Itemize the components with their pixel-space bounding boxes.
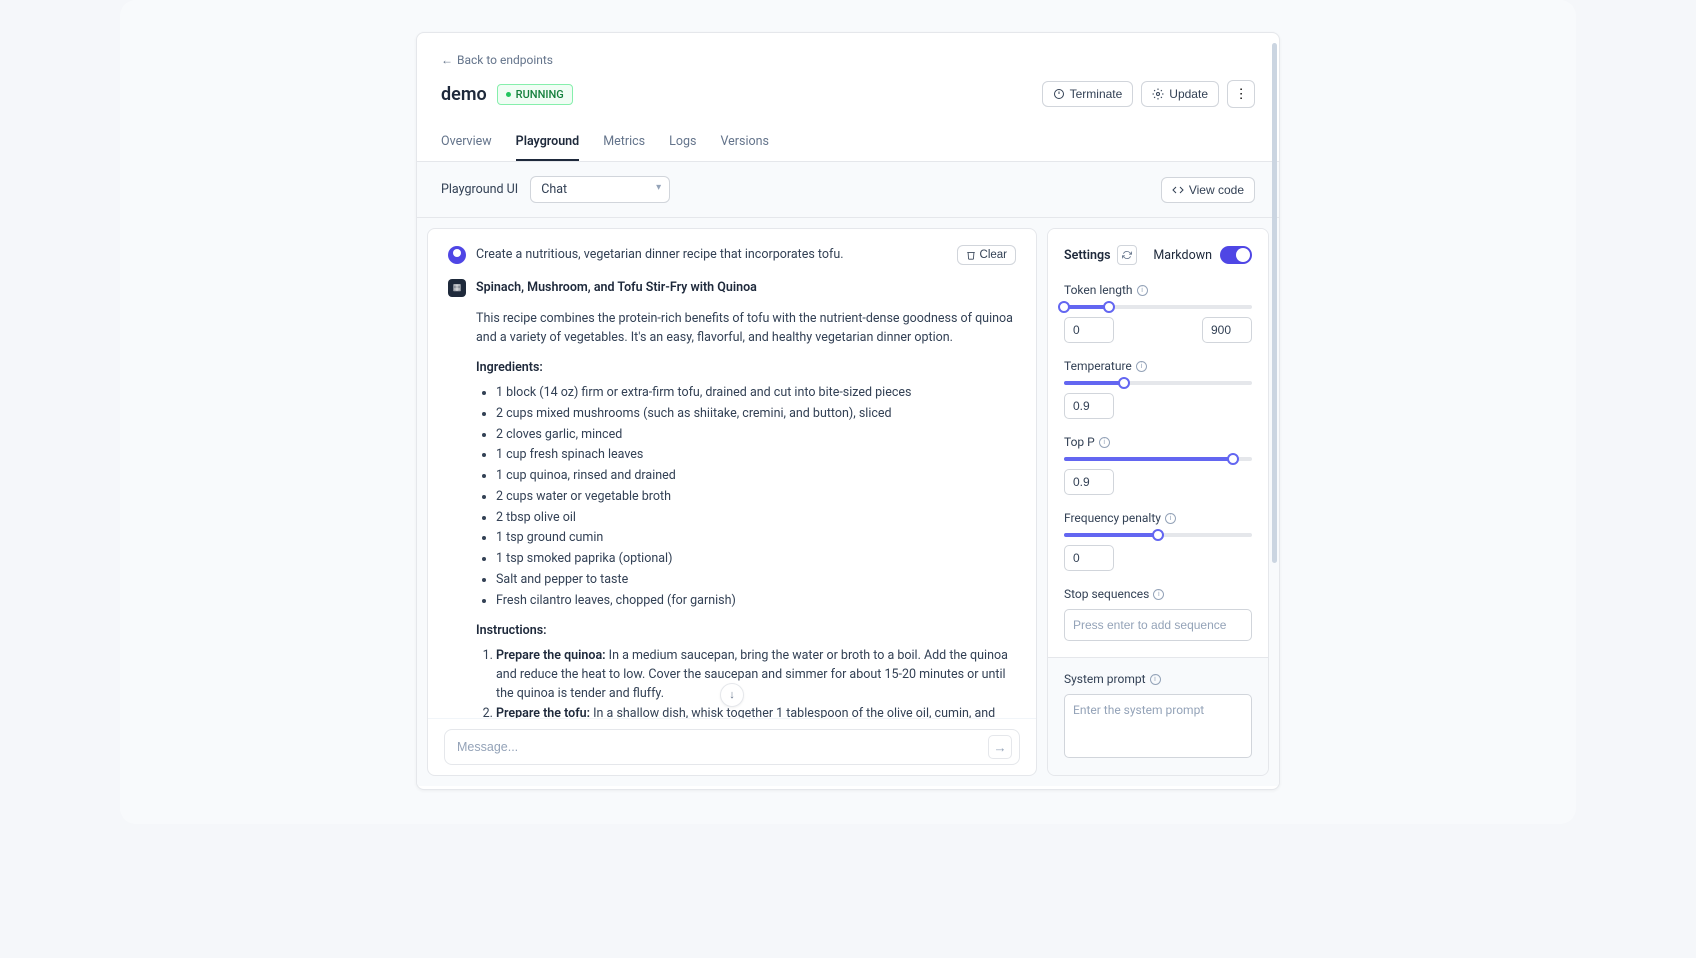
status-dot-icon: [506, 92, 511, 97]
info-icon[interactable]: i: [1153, 589, 1164, 600]
list-item: Prepare the tofu: In a shallow dish, whi…: [496, 705, 1016, 718]
tabs-nav: Overview Playground Metrics Logs Versions: [417, 124, 1279, 162]
message-input[interactable]: [444, 729, 1020, 765]
arrow-left-icon: ←: [441, 53, 453, 67]
send-button[interactable]: →: [988, 735, 1012, 759]
list-item: Salt and pepper to taste: [496, 571, 1016, 590]
list-item: Prepare the quinoa: In a medium saucepan…: [496, 647, 1016, 703]
trash-icon: [966, 250, 976, 260]
temperature-label: Temperature: [1064, 359, 1132, 373]
list-item: 1 tsp ground cumin: [496, 529, 1016, 548]
status-badge: RUNNING: [497, 84, 573, 105]
tab-playground[interactable]: Playground: [516, 124, 580, 161]
list-item: 1 cup quinoa, rinsed and drained: [496, 467, 1016, 486]
list-item: 1 tsp smoked paprika (optional): [496, 550, 1016, 569]
list-item: 2 cups water or vegetable broth: [496, 488, 1016, 507]
tab-logs[interactable]: Logs: [669, 124, 696, 161]
frequency-penalty-input[interactable]: [1064, 545, 1114, 571]
settings-panel: Settings Markdown Token length i: [1047, 228, 1269, 776]
instructions-list: Prepare the quinoa: In a medium saucepan…: [476, 647, 1016, 718]
list-item: 2 cups mixed mushrooms (such as shiitake…: [496, 405, 1016, 424]
instructions-heading: Instructions:: [476, 623, 547, 638]
endpoint-title: demo: [441, 84, 487, 105]
tab-overview[interactable]: Overview: [441, 124, 492, 161]
update-button[interactable]: Update: [1141, 81, 1219, 107]
top-p-input[interactable]: [1064, 469, 1114, 495]
gear-icon: [1152, 88, 1164, 100]
temperature-slider[interactable]: [1064, 381, 1252, 385]
list-item: 2 cloves garlic, minced: [496, 426, 1016, 445]
terminate-button[interactable]: Terminate: [1042, 81, 1134, 107]
top-p-label: Top P: [1064, 435, 1095, 449]
list-item: Fresh cilantro leaves, chopped (for garn…: [496, 592, 1016, 611]
scroll-down-button[interactable]: ↓: [720, 683, 744, 707]
info-icon[interactable]: i: [1137, 285, 1148, 296]
info-icon[interactable]: i: [1099, 437, 1110, 448]
refresh-icon: [1122, 250, 1132, 260]
stop-sequences-label: Stop sequences: [1064, 587, 1149, 601]
ingredients-heading: Ingredients:: [476, 360, 543, 375]
tab-versions[interactable]: Versions: [720, 124, 769, 161]
user-message: Create a nutritious, vegetarian dinner r…: [476, 246, 844, 265]
info-icon[interactable]: i: [1136, 361, 1147, 372]
token-length-slider[interactable]: [1064, 305, 1252, 309]
code-icon: [1172, 184, 1184, 196]
playground-toolbar: Playground UI Chat View code: [417, 162, 1279, 218]
clear-button[interactable]: Clear: [957, 245, 1016, 265]
tab-metrics[interactable]: Metrics: [603, 124, 645, 161]
playground-ui-label: Playground UI: [441, 182, 518, 197]
assistant-avatar-icon: ▦: [448, 279, 466, 297]
temperature-input[interactable]: [1064, 393, 1114, 419]
markdown-label: Markdown: [1153, 248, 1212, 263]
info-icon[interactable]: i: [1165, 513, 1176, 524]
frequency-penalty-label: Frequency penalty: [1064, 511, 1161, 525]
app-window: ← Back to endpoints demo RUNNING: [416, 32, 1280, 790]
token-min-input[interactable]: [1064, 317, 1114, 343]
ui-mode-select[interactable]: Chat: [530, 176, 670, 203]
view-code-button[interactable]: View code: [1161, 177, 1255, 203]
more-menu-button[interactable]: ⋮: [1227, 80, 1255, 108]
recipe-title: Spinach, Mushroom, and Tofu Stir-Fry wit…: [476, 279, 1016, 298]
system-prompt-input[interactable]: [1064, 694, 1252, 758]
chat-panel: Create a nutritious, vegetarian dinner r…: [427, 228, 1037, 776]
back-label: Back to endpoints: [457, 53, 553, 67]
arrow-down-icon: ↓: [729, 689, 735, 701]
back-to-endpoints-link[interactable]: ← Back to endpoints: [441, 53, 553, 67]
list-item: 1 block (14 oz) firm or extra-firm tofu,…: [496, 384, 1016, 403]
top-p-slider[interactable]: [1064, 457, 1252, 461]
power-icon: [1053, 88, 1065, 100]
reset-settings-button[interactable]: [1117, 245, 1137, 265]
system-prompt-label: System prompt: [1064, 672, 1146, 686]
user-avatar-icon: [448, 246, 466, 264]
info-icon[interactable]: i: [1150, 674, 1161, 685]
list-item: 2 tbsp olive oil: [496, 509, 1016, 528]
scrollbar[interactable]: [1272, 43, 1277, 563]
stop-sequences-input[interactable]: [1064, 609, 1252, 641]
ingredients-list: 1 block (14 oz) firm or extra-firm tofu,…: [476, 384, 1016, 610]
status-text: RUNNING: [516, 88, 564, 101]
settings-title: Settings: [1064, 248, 1111, 263]
list-item: 1 cup fresh spinach leaves: [496, 446, 1016, 465]
dots-vertical-icon: ⋮: [1234, 86, 1247, 102]
frequency-penalty-slider[interactable]: [1064, 533, 1252, 537]
markdown-toggle[interactable]: [1220, 246, 1252, 264]
token-length-label: Token length: [1064, 283, 1133, 297]
token-max-input[interactable]: [1202, 317, 1252, 343]
arrow-right-icon: →: [993, 740, 1006, 755]
recipe-intro: This recipe combines the protein-rich be…: [476, 310, 1016, 348]
